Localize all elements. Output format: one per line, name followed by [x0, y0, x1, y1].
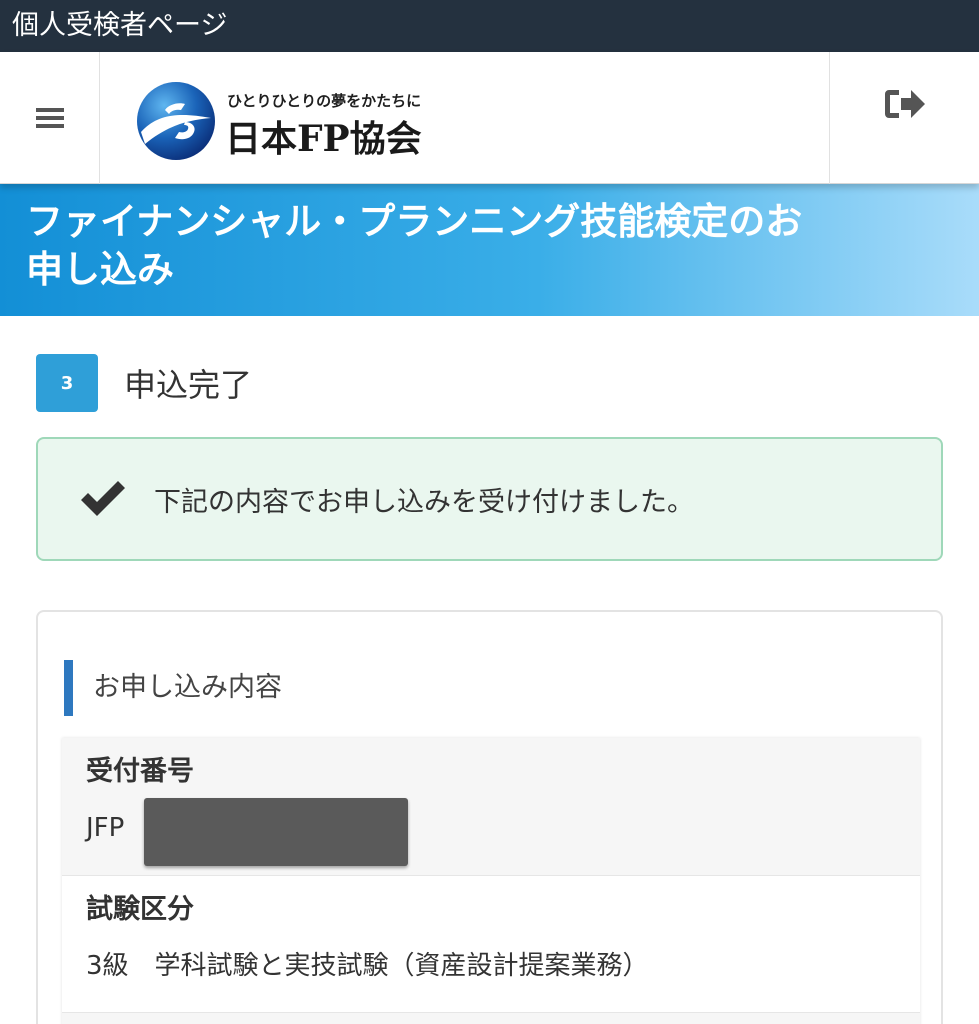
logo-tagline: ひとりひとりの夢をかたちに [227, 92, 422, 110]
detail-row-receipt-number: 受付番号 JFP [62, 738, 920, 876]
detail-label: 試験区分 [86, 894, 194, 925]
banner-title: ファイナンシャル・プランニング技能検定のお申し込み [26, 200, 803, 291]
success-alert: 下記の内容でお申し込みを受け付けました。 [36, 437, 943, 561]
detail-row-exam-category: 試験区分 3級 学科試験と実技試験（資産設計提案業務） [62, 876, 920, 1012]
top-bar: 個人受検者ページ [0, 0, 979, 52]
hamburger-menu-icon [35, 108, 64, 128]
details-list: 受付番号 JFP 試験区分 3級 学科試験と実技試験（資産設計提案業務） [62, 738, 920, 1024]
detail-label: 受付番号 [86, 756, 194, 787]
sign-out-icon [884, 90, 925, 118]
section-title: お申し込み内容 [64, 660, 282, 716]
logo-name: 日本FP協会 [225, 118, 422, 160]
detail-row-next [62, 1012, 920, 1024]
redaction-block [144, 798, 408, 866]
checkmark-icon [81, 481, 125, 516]
menu-button[interactable] [0, 52, 100, 184]
step-indicator: 3 申込完了 [36, 354, 252, 412]
success-message: 下記の内容でお申し込みを受け付けました。 [154, 486, 694, 518]
jafp-logo[interactable]: ひとりひとりの夢をかたちに 日本FP協会 [135, 80, 435, 164]
page-banner: ファイナンシャル・プランニング技能検定のお申し込み [0, 184, 979, 316]
logout-button[interactable] [829, 52, 979, 184]
site-header: ひとりひとりの夢をかたちに 日本FP協会 [0, 52, 979, 184]
page-section-title: 個人受検者ページ [12, 10, 228, 41]
step-number-badge: 3 [36, 354, 98, 412]
detail-value: JFP [86, 798, 896, 866]
receipt-number-value: JFP [86, 813, 125, 843]
application-details-card: お申し込み内容 受付番号 JFP 試験区分 3級 学科試験と実技試験（資産設計提… [36, 610, 943, 1024]
step-label: 申込完了 [124, 366, 253, 404]
detail-value: 3級 学科試験と実技試験（資産設計提案業務） [86, 951, 649, 981]
jafp-emblem-icon [137, 82, 215, 160]
